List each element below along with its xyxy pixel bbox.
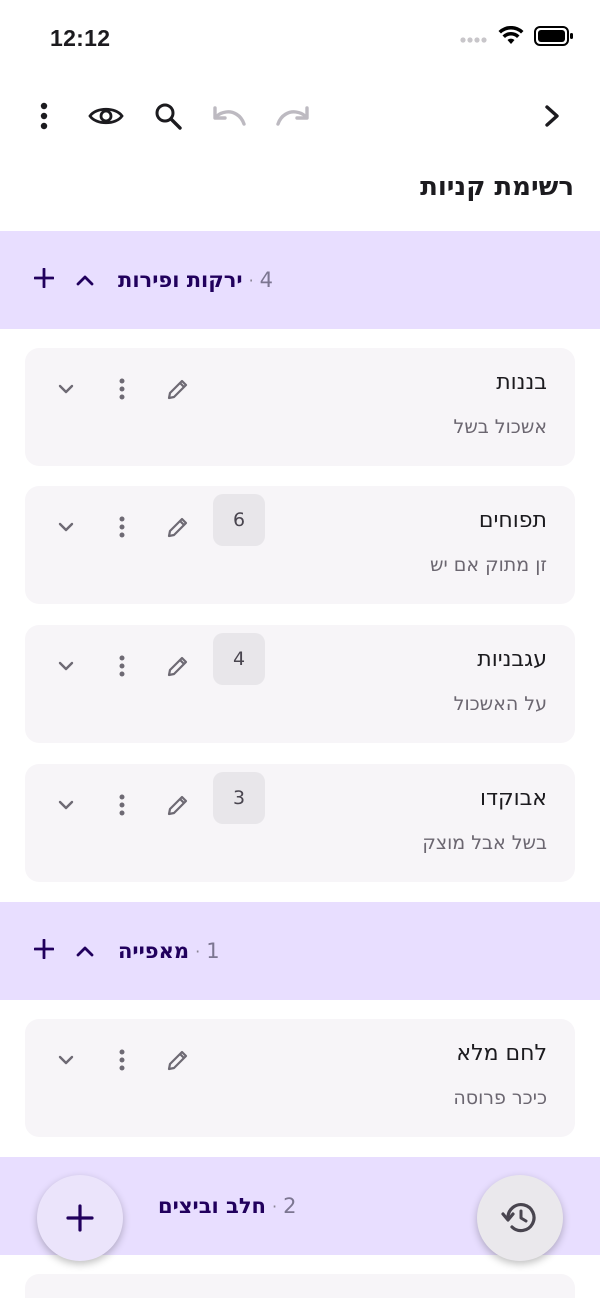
- more-vert-icon: [119, 516, 125, 538]
- item-name: אבוקדו: [479, 786, 547, 811]
- add-item-button[interactable]: [33, 938, 55, 963]
- add-fab-button[interactable]: [37, 1175, 123, 1261]
- section-header-bakery[interactable]: מאפייה · 1: [0, 902, 600, 1000]
- expand-button[interactable]: [47, 374, 85, 404]
- list-item[interactable]: 3 אבוקדו בשל אבל מוצק: [25, 764, 575, 882]
- item-name: עגבניות: [477, 647, 547, 672]
- pencil-icon: [167, 1050, 188, 1071]
- more-vert-icon: [40, 102, 48, 130]
- item-note: כיכר פרוסה: [453, 1087, 547, 1109]
- page-title: רשימת קניות: [420, 172, 574, 202]
- section-title: מאפייה · 1: [118, 939, 220, 963]
- search-button[interactable]: [146, 94, 190, 138]
- section-title: ירקות ופירות · 4: [118, 268, 273, 292]
- quantity-badge: 6: [213, 494, 265, 546]
- section-count: 2: [283, 1194, 297, 1218]
- item-menu-button[interactable]: [103, 374, 141, 404]
- list-item[interactable]: [25, 1274, 575, 1298]
- quantity-badge: 3: [213, 772, 265, 824]
- list-item[interactable]: 4 עגבניות על האשכול: [25, 625, 575, 743]
- status-icons: [460, 25, 574, 50]
- collapse-button[interactable]: [76, 942, 94, 961]
- more-options-button[interactable]: [22, 94, 66, 138]
- collapse-button[interactable]: [76, 271, 94, 290]
- pencil-icon: [167, 795, 188, 816]
- chevron-down-icon: [58, 1055, 74, 1065]
- add-item-button[interactable]: [33, 267, 55, 292]
- chevron-down-icon: [58, 522, 74, 532]
- more-vert-icon: [119, 1049, 125, 1071]
- item-name: תפוחים: [478, 508, 547, 533]
- expand-button[interactable]: [47, 651, 85, 681]
- item-note: זן מתוק אם יש: [430, 554, 547, 576]
- edit-button[interactable]: [159, 1045, 197, 1075]
- expand-button[interactable]: [47, 1045, 85, 1075]
- signal-icon: [460, 29, 488, 48]
- redo-button[interactable]: [270, 94, 314, 138]
- chevron-down-icon: [58, 661, 74, 671]
- edit-button[interactable]: [159, 512, 197, 542]
- chevron-down-icon: [58, 800, 74, 810]
- back-button[interactable]: [530, 94, 574, 138]
- item-note: אשכול בשל: [453, 416, 547, 438]
- edit-button[interactable]: [159, 790, 197, 820]
- undo-button[interactable]: [208, 94, 252, 138]
- battery-icon: [534, 26, 574, 50]
- expand-button[interactable]: [47, 512, 85, 542]
- section-count: 1: [206, 939, 220, 963]
- pencil-icon: [167, 517, 188, 538]
- chevron-up-icon: [76, 946, 94, 956]
- item-name: לחם מלא: [456, 1041, 547, 1066]
- chevron-up-icon: [76, 275, 94, 285]
- list-item[interactable]: בננות אשכול בשל: [25, 348, 575, 466]
- pencil-icon: [167, 656, 188, 677]
- section-name: מאפייה: [118, 939, 190, 963]
- section-name: ירקות ופירות: [118, 268, 243, 292]
- section-separator: ·: [248, 270, 254, 290]
- list-item[interactable]: 6 תפוחים זן מתוק אם יש: [25, 486, 575, 604]
- plus-icon: [33, 267, 55, 289]
- more-vert-icon: [119, 378, 125, 400]
- section-separator: ·: [195, 941, 201, 961]
- item-menu-button[interactable]: [103, 512, 141, 542]
- more-vert-icon: [119, 794, 125, 816]
- search-icon: [155, 103, 182, 130]
- item-menu-button[interactable]: [103, 790, 141, 820]
- plus-icon: [33, 938, 55, 960]
- redo-icon: [276, 106, 309, 126]
- expand-button[interactable]: [47, 790, 85, 820]
- eye-icon: [88, 107, 124, 125]
- quantity-badge: 4: [213, 633, 265, 685]
- section-title: חלב וביצים · 2: [158, 1194, 296, 1218]
- more-vert-icon: [119, 655, 125, 677]
- item-menu-button[interactable]: [103, 1045, 141, 1075]
- wifi-icon: [498, 25, 524, 50]
- chevron-right-icon: [545, 105, 559, 127]
- edit-button[interactable]: [159, 374, 197, 404]
- item-menu-button[interactable]: [103, 651, 141, 681]
- status-time: 12:12: [50, 24, 111, 51]
- section-header-produce[interactable]: ירקות ופירות · 4: [0, 231, 600, 329]
- history-fab-button[interactable]: [477, 1175, 563, 1261]
- plus-icon: [66, 1204, 94, 1232]
- section-name: חלב וביצים: [158, 1194, 266, 1218]
- section-count: 4: [259, 268, 274, 292]
- status-bar: 12:12: [0, 0, 600, 76]
- section-separator: ·: [271, 1196, 278, 1216]
- chevron-down-icon: [58, 384, 74, 394]
- item-note: על האשכול: [453, 693, 547, 715]
- toolbar: [0, 86, 600, 146]
- edit-button[interactable]: [159, 651, 197, 681]
- history-icon: [501, 1203, 536, 1233]
- pencil-icon: [167, 379, 188, 400]
- item-note: בשל אבל מוצק: [422, 832, 547, 854]
- list-item[interactable]: לחם מלא כיכר פרוסה: [25, 1019, 575, 1137]
- undo-icon: [213, 106, 246, 126]
- view-mode-button[interactable]: [84, 94, 128, 138]
- item-name: בננות: [496, 370, 547, 395]
